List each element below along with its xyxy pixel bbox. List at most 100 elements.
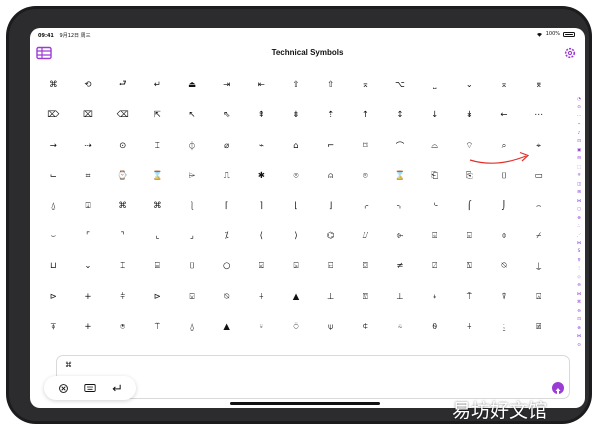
category-index-icon[interactable]: ◫ <box>577 182 581 187</box>
symbol-cell[interactable]: ⌛ <box>140 161 175 191</box>
category-index-icon[interactable]: ⋯ <box>577 114 581 119</box>
category-index-icon[interactable]: ⊕ <box>577 216 581 221</box>
symbol-cell[interactable]: ⌙ <box>36 161 71 191</box>
symbol-cell[interactable]: ⍖ <box>417 282 452 312</box>
symbol-cell[interactable]: ← <box>487 100 522 130</box>
symbol-cell[interactable]: ⌰ <box>348 221 383 251</box>
category-index-icon[interactable]: ⊗ <box>577 326 581 331</box>
symbol-cell[interactable]: ⫩ <box>105 282 140 312</box>
symbol-cell[interactable]: ⌸ <box>140 251 175 281</box>
category-index-icon[interactable]: ◇ <box>577 275 580 280</box>
symbol-cell[interactable]: ⌀ <box>209 130 244 160</box>
category-index-icon[interactable]: ⊖ <box>577 284 581 289</box>
symbol-cell[interactable]: ⌽ <box>487 221 522 251</box>
category-index-icon[interactable]: ⋰ <box>577 233 581 238</box>
symbol-cell[interactable]: ⇢ <box>71 130 106 160</box>
symbol-cell[interactable]: ⎍ <box>209 161 244 191</box>
category-index-icon[interactable]: ⊙ <box>577 343 581 348</box>
symbol-cell[interactable]: ⇡ <box>313 100 348 130</box>
symbol-cell[interactable]: ⌋ <box>313 191 348 221</box>
category-index-icon[interactable]: ∴ <box>578 224 581 229</box>
symbol-cell[interactable]: ⌅ <box>487 70 522 100</box>
symbol-cell[interactable]: ⍟ <box>105 312 140 342</box>
category-index-icon[interactable]: ⋈ <box>577 241 581 246</box>
symbol-cell[interactable]: ⌟ <box>175 221 210 251</box>
symbol-cell[interactable]: ⌻ <box>452 221 487 251</box>
category-index-icon[interactable]: ⊙ <box>577 106 581 111</box>
symbol-cell[interactable]: ⌑ <box>348 130 383 160</box>
symbol-cell[interactable]: ⊙ <box>105 130 140 160</box>
symbol-cell[interactable]: ⇖ <box>209 100 244 130</box>
symbol-cell[interactable]: ⍨ <box>383 312 418 342</box>
symbol-cell[interactable]: ⇱ <box>140 100 175 130</box>
symbol-cell[interactable]: ⍓ <box>521 282 556 312</box>
symbol-cell[interactable]: ⌛ <box>383 161 418 191</box>
symbol-cell[interactable]: ⇞ <box>244 100 279 130</box>
category-index-icon[interactable]: ⋈ <box>577 292 581 297</box>
symbol-cell[interactable]: ⌈ <box>209 191 244 221</box>
symbol-cell[interactable]: ⏏ <box>175 70 210 100</box>
symbol-cell[interactable]: ⍇ <box>313 251 348 281</box>
symbol-cell[interactable]: ⌆ <box>521 70 556 100</box>
keyboard-button[interactable] <box>83 381 97 395</box>
symbol-cell[interactable]: ✱ <box>244 161 279 191</box>
symbol-cell[interactable]: ↵ <box>140 70 175 100</box>
symbol-cell[interactable]: ⌗ <box>71 161 106 191</box>
symbol-cell[interactable]: ⎱ <box>175 191 210 221</box>
symbol-cell[interactable]: ⊔ <box>36 251 71 281</box>
symbol-cell[interactable]: ⌝ <box>105 221 140 251</box>
symbol-cell[interactable]: ⌐ <box>313 130 348 160</box>
symbol-cell[interactable]: ⇧ <box>313 70 348 100</box>
category-index-icon[interactable]: ♀ <box>577 258 580 263</box>
symbol-cell[interactable]: ⌜ <box>71 221 106 251</box>
symbol-cell[interactable]: ⮐ <box>105 70 140 100</box>
symbol-cell[interactable]: ▲ <box>209 312 244 342</box>
symbol-cell[interactable]: ⌄ <box>71 251 106 281</box>
symbol-cell[interactable]: ⇧ <box>279 70 314 100</box>
symbol-cell[interactable]: ⍥ <box>279 312 314 342</box>
symbol-cell[interactable]: ⋯ <box>521 100 556 130</box>
symbol-cell[interactable]: ⌷ <box>175 251 210 281</box>
symbol-cell[interactable]: ⌚ <box>105 161 140 191</box>
symbol-cell[interactable]: ⌎ <box>417 191 452 221</box>
category-index-icon[interactable]: ⌁ <box>578 123 581 128</box>
symbol-cell[interactable]: ⍗ <box>71 191 106 221</box>
symbol-cell[interactable]: ⌄ <box>452 70 487 100</box>
symbol-cell[interactable]: ⌅ <box>348 70 383 100</box>
symbol-cell[interactable]: ⌁ <box>244 130 279 160</box>
symbol-cell[interactable]: ⍉ <box>487 251 522 281</box>
category-index-icon[interactable]: ◻ <box>577 207 581 212</box>
symbol-cell[interactable]: ⟩ <box>279 221 314 251</box>
symbol-cell[interactable]: ⌾ <box>279 161 314 191</box>
symbol-cell[interactable]: ⌡ <box>487 191 522 221</box>
category-index-icon[interactable]: ⊞ <box>577 190 581 195</box>
symbol-cell[interactable]: ⊥ <box>313 282 348 312</box>
symbol-cell[interactable]: ↑ <box>348 100 383 130</box>
return-button[interactable] <box>110 381 124 395</box>
symbol-cell[interactable]: ⌧ <box>71 100 106 130</box>
symbol-cell[interactable]: ⌫ <box>105 100 140 130</box>
symbol-cell[interactable]: ⁒ <box>209 221 244 251</box>
symbol-cell[interactable]: ⇟ <box>279 100 314 130</box>
category-index-icon[interactable]: ⊖ <box>577 309 581 314</box>
symbol-cell[interactable]: ⌶ <box>140 130 175 160</box>
symbol-cell[interactable]: ⍁ <box>417 251 452 281</box>
symbol-cell[interactable]: ⍮ <box>487 312 522 342</box>
symbol-cell[interactable]: + <box>71 312 106 342</box>
symbol-cell[interactable]: ⌬ <box>313 221 348 251</box>
symbol-cell[interactable]: ⌲ <box>175 161 210 191</box>
symbol-cell[interactable]: → <box>36 130 71 160</box>
symbol-cell[interactable]: ⌒ <box>383 130 418 160</box>
clear-button[interactable] <box>56 381 70 395</box>
symbol-cell[interactable]: ⍬ <box>417 312 452 342</box>
symbol-cell[interactable]: ⇥ <box>209 70 244 100</box>
send-button[interactable] <box>552 382 564 394</box>
symbol-cell[interactable]: ↖ <box>175 100 210 130</box>
category-index-icon[interactable]: ▣ <box>577 148 581 153</box>
category-index-icon[interactable]: ⌘ <box>577 300 581 305</box>
symbol-cell[interactable]: ⎗ <box>417 161 452 191</box>
symbol-cell[interactable]: ⌘ <box>36 70 71 100</box>
symbol-cell[interactable]: ⌂ <box>279 130 314 160</box>
symbol-cell[interactable]: ⍂ <box>452 251 487 281</box>
symbol-cell[interactable]: ⍊ <box>521 251 556 281</box>
